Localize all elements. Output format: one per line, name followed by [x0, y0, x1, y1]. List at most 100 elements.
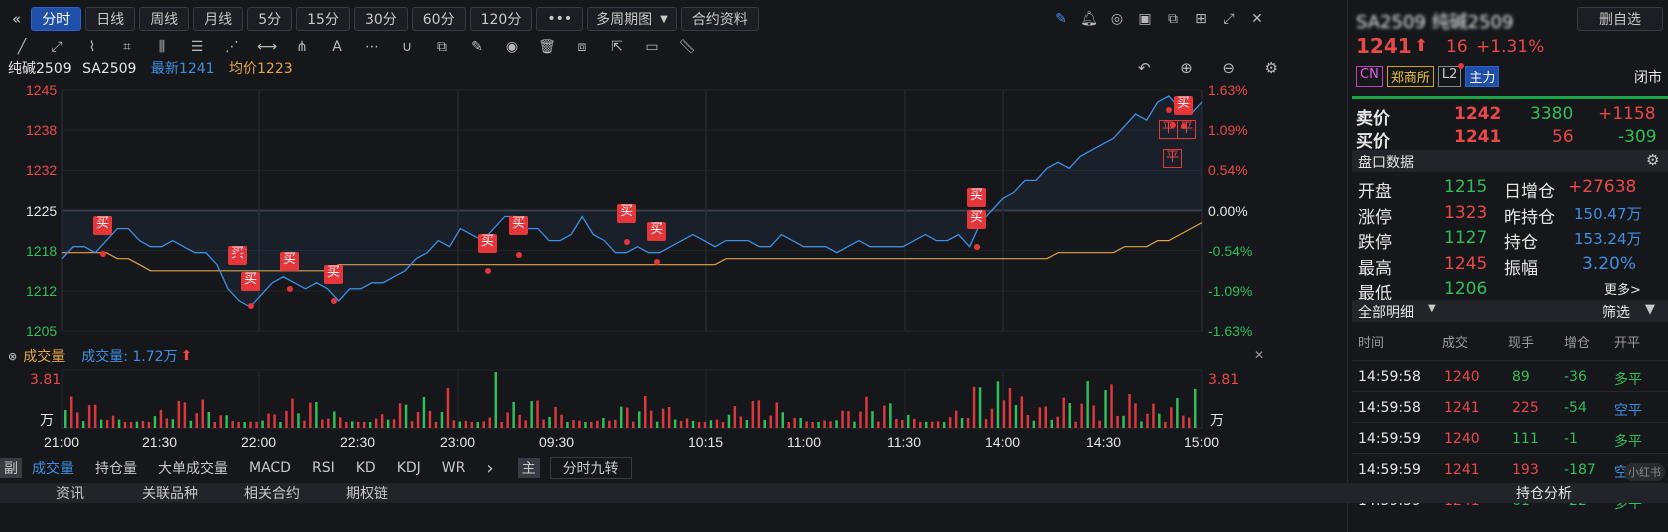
volume-bar [446, 388, 450, 428]
tab-nine-turn[interactable]: 分时九转 [549, 457, 632, 479]
panel-label: 日增仓 [1504, 182, 1555, 202]
filter-icon[interactable]: ▼ [1645, 302, 1655, 317]
tab-kdj[interactable]: KDJ [397, 460, 421, 476]
volume-bar [243, 422, 246, 428]
price-tick-label: 1212 [26, 282, 58, 299]
nav-related-contracts[interactable]: 相关合约 [244, 483, 300, 503]
volume-bar [297, 413, 300, 428]
tab-volume[interactable]: 成交量 [32, 458, 74, 478]
volume-bar [1050, 419, 1053, 428]
volume-bar [649, 410, 653, 428]
tab-wr[interactable]: WR [442, 460, 466, 476]
volume-bar [440, 412, 444, 428]
volume-bar [374, 418, 378, 428]
pct-tick-label: -1.63% [1208, 323, 1253, 339]
tab-kd[interactable]: KD [356, 460, 376, 476]
nav-option-chain[interactable]: 期权链 [346, 483, 388, 503]
indicator-tabs: 副 成交量 持仓量 大单成交量 MACD RSI KD KDJ WR › 主 分… [0, 456, 653, 480]
buy-marker[interactable]: 买 [93, 216, 112, 235]
volume-value: 成交量: 1.72万 [81, 349, 178, 365]
main-contract-tag: 主力 [1465, 66, 1500, 87]
nav-related-products[interactable]: 关联品种 [142, 483, 198, 503]
remove-watchlist-button[interactable]: 删自选 [1577, 7, 1663, 31]
tab-open-interest[interactable]: 持仓量 [95, 458, 137, 478]
time-tick-label: 09:30 [539, 434, 575, 450]
col-time: 时间 [1358, 336, 1385, 351]
volume-bar [841, 410, 844, 428]
volume-bar [632, 421, 635, 428]
price-chart[interactable] [0, 0, 1348, 460]
buy-marker[interactable]: 买 [617, 204, 636, 223]
close-volume-icon[interactable]: ✕ [1254, 348, 1264, 362]
detail-row: 14:59:58 1241 225 -54 空平 [1352, 391, 1668, 425]
nav-news[interactable]: 资讯 [56, 483, 84, 503]
volume-bar [1152, 403, 1155, 428]
tab-macd[interactable]: MACD [249, 460, 291, 476]
volume-bar [948, 417, 952, 428]
volume-bar [380, 414, 384, 428]
volume-bar [321, 419, 324, 428]
tab-large-volume[interactable]: 大单成交量 [158, 458, 228, 478]
caret-down-icon[interactable]: ▼ [1428, 303, 1436, 314]
next-tab-arrow-icon[interactable]: › [486, 458, 493, 479]
filter-button[interactable]: 筛选 [1602, 302, 1630, 322]
detail-type: 空平 [1614, 403, 1642, 419]
detail-oi-change: -1 [1564, 431, 1578, 447]
position-analysis-tab[interactable]: 持仓分析 [1348, 483, 1668, 503]
volume-bar [189, 420, 193, 428]
volume-bar [578, 420, 581, 428]
buy-marker[interactable]: 买 [280, 252, 299, 271]
close-marker[interactable]: 平 [1163, 149, 1182, 168]
time-tick-label: 15:00 [1184, 434, 1220, 450]
bid-change: -309 [1618, 127, 1657, 147]
buy-marker[interactable]: 买 [478, 234, 497, 253]
volume-bar [584, 422, 587, 428]
close-marker[interactable]: 平 [1177, 120, 1196, 139]
volume-bar [787, 422, 790, 428]
buy-marker[interactable]: 买 [967, 188, 986, 207]
volume-bar [972, 386, 976, 428]
position-analysis-label: 持仓分析 [1516, 486, 1572, 502]
volume-bar [1080, 403, 1083, 428]
marker-dot [485, 268, 491, 274]
settings-icon[interactable]: ⚙ [1646, 151, 1659, 169]
more-link[interactable]: 更多> [1604, 279, 1641, 298]
volume-bar [219, 415, 222, 428]
buy-marker[interactable]: 买 [241, 272, 260, 291]
volume-bar [1104, 390, 1107, 428]
volume-bar [368, 422, 372, 428]
volume-bar [410, 421, 414, 428]
volume-bar [237, 421, 240, 428]
volume-bar [285, 410, 288, 428]
buy-marker[interactable]: 买 [324, 265, 343, 284]
volume-bar [913, 418, 916, 428]
marker-dot [1184, 107, 1190, 113]
volume-bar [1146, 413, 1149, 428]
collapse-volume-icon[interactable]: ⊗ [8, 350, 17, 363]
detail-time: 14:59:59 [1358, 462, 1421, 478]
volume-bar [644, 396, 647, 428]
volume-bar [942, 422, 946, 428]
volume-bar [697, 422, 701, 428]
volume-bar [1164, 421, 1167, 428]
tab-rsi[interactable]: RSI [312, 460, 335, 476]
detail-oi-change: -54 [1564, 400, 1587, 416]
volume-bar [883, 405, 886, 428]
volume-bar [512, 401, 515, 428]
buy-marker[interactable]: 买 [509, 216, 528, 235]
volume-bar [1128, 394, 1131, 428]
panel-label: 昨持仓 [1504, 207, 1555, 228]
volume-bar [835, 420, 838, 428]
volume-bar [81, 421, 85, 428]
detail-price: 1240 [1444, 369, 1480, 385]
panel-value: 1245 [1444, 253, 1488, 274]
buy-marker[interactable]: 买 [647, 222, 666, 241]
volume-bar [416, 412, 420, 428]
tag-row: CN 郑商所 L2 主力 [1356, 63, 1500, 87]
buy-marker[interactable]: 买 [1174, 96, 1193, 115]
price-up-arrow-icon: ⬆ [1414, 36, 1429, 56]
time-tick-label: 21:30 [142, 434, 178, 450]
market-status: 闭市 [1634, 70, 1662, 86]
volume-bar [590, 422, 593, 428]
buy-marker[interactable]: 买 [967, 210, 986, 229]
